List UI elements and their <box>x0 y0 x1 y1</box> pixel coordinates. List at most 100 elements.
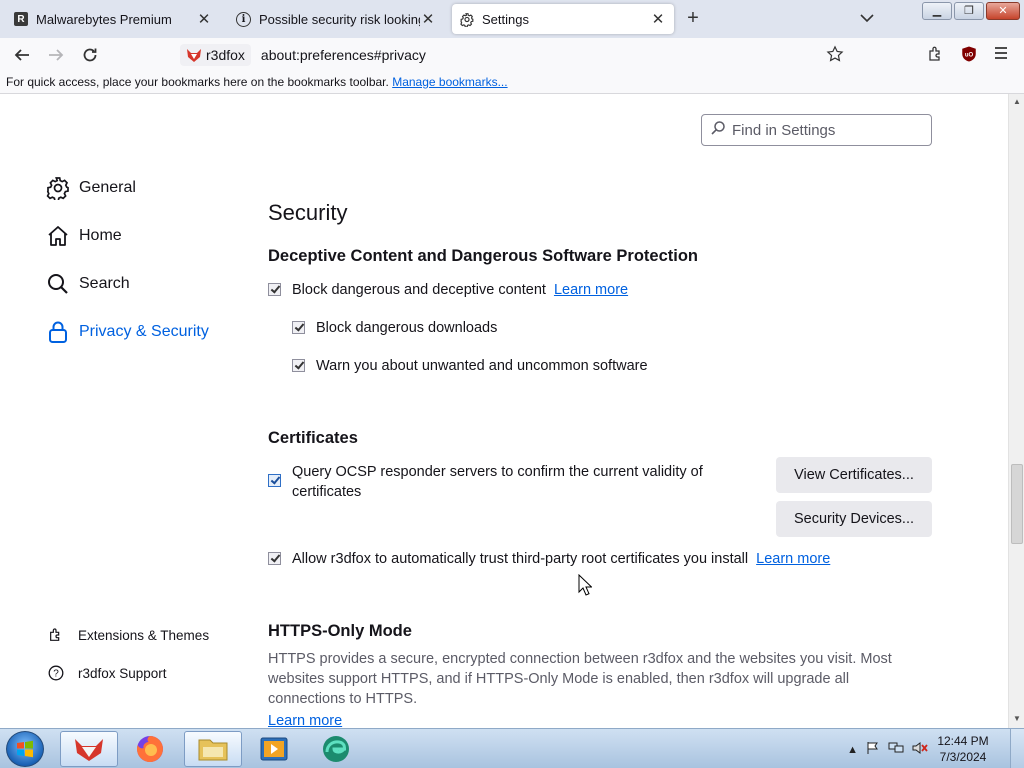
home-icon <box>46 224 70 248</box>
sidebar-item-label: Privacy & Security <box>79 323 209 340</box>
search-icon <box>710 120 726 140</box>
checkbox-label[interactable]: Query OCSP responder servers to confirm … <box>292 462 728 502</box>
show-desktop-button[interactable] <box>1010 729 1024 768</box>
scroll-down-arrow-icon[interactable]: ▼ <box>1013 714 1021 723</box>
view-certificates-button[interactable]: View Certificates... <box>776 457 932 493</box>
https-only-description: HTTPS provides a secure, encrypted conne… <box>268 651 892 707</box>
trust-roots-checkbox[interactable] <box>268 552 281 565</box>
tab-settings[interactable]: Settings ✕ <box>452 4 674 34</box>
find-placeholder: Find in Settings <box>732 121 836 139</box>
bookmark-star-icon[interactable] <box>826 45 844 66</box>
svg-text:?: ? <box>53 669 59 680</box>
forward-button[interactable] <box>44 44 68 66</box>
tab-security-risk[interactable]: i Possible security risk looking up ✕ <box>228 4 444 34</box>
taskbar-firefox[interactable] <box>121 731 179 767</box>
gear-icon <box>46 176 70 200</box>
sidebar-item-extensions-themes[interactable]: Extensions & Themes <box>48 627 209 643</box>
settings-page: Find in Settings General Home Search Pri… <box>0 94 1008 728</box>
checkbox-label[interactable]: Warn you about unwanted and uncommon sof… <box>316 356 648 376</box>
tab-title: Malwarebytes Premium <box>36 11 172 27</box>
checkbox-label[interactable]: Allow r3dfox to automatically trust thir… <box>292 549 748 569</box>
identity-box[interactable]: r3dfox <box>180 44 251 66</box>
window-controls: ▁ ❐ ✕ <box>922 2 1020 20</box>
navigation-toolbar: r3dfox about:preferences#privacy uO <box>0 38 1024 72</box>
show-hidden-icons-icon[interactable]: ▲ <box>847 744 858 756</box>
trust-roots-row: Allow r3dfox to automatically trust thir… <box>268 549 830 569</box>
file-explorer-icon <box>198 739 228 761</box>
back-button[interactable] <box>10 44 34 66</box>
r3dfox-icon <box>187 49 201 62</box>
sidebar-item-label: Home <box>79 227 122 244</box>
block-dangerous-content-checkbox[interactable] <box>268 283 281 296</box>
manage-bookmarks-link[interactable]: Manage bookmarks... <box>392 75 507 89</box>
mouse-cursor-icon <box>578 574 592 596</box>
section-title-security: Security <box>268 200 348 225</box>
ocsp-row: Query OCSP responder servers to confirm … <box>268 462 728 502</box>
checkbox-label[interactable]: Block dangerous downloads <box>316 318 497 338</box>
sidebar-item-label: General <box>79 179 136 196</box>
heading-https-only: HTTPS-Only Mode <box>268 622 412 640</box>
url-bar[interactable]: r3dfox about:preferences#privacy <box>180 42 856 68</box>
clock-date: 7/3/2024 <box>939 750 987 764</box>
system-tray: ▲ <box>847 741 928 758</box>
find-in-settings-input[interactable]: Find in Settings <box>701 114 932 146</box>
block-downloads-checkbox[interactable] <box>292 321 305 334</box>
checkbox-label[interactable]: Block dangerous and deceptive content <box>292 280 546 300</box>
r3dfox-icon <box>75 739 103 761</box>
tab-bar: R Malwarebytes Premium ✕ i Possible secu… <box>0 0 1024 38</box>
learn-more-link[interactable]: Learn more <box>268 713 342 728</box>
close-tab-icon[interactable]: ✕ <box>196 11 212 28</box>
bookmarks-hint: For quick access, place your bookmarks h… <box>6 75 389 89</box>
block-downloads-row: Block dangerous downloads <box>292 318 497 338</box>
taskbar-file-explorer[interactable] <box>184 731 242 767</box>
identity-label: r3dfox <box>206 47 245 63</box>
new-tab-button[interactable]: + <box>682 8 704 30</box>
url-text[interactable]: about:preferences#privacy <box>261 47 426 63</box>
action-center-flag-icon[interactable] <box>866 741 880 758</box>
reload-button[interactable] <box>78 44 102 66</box>
learn-more-link[interactable]: Learn more <box>756 549 830 569</box>
taskbar-clock[interactable]: 12:44 PM 7/3/2024 <box>928 733 998 765</box>
taskbar-r3dfox[interactable] <box>60 731 118 767</box>
sidebar-item-label: Search <box>79 275 130 292</box>
taskbar-edge[interactable] <box>307 731 365 767</box>
heading-deceptive-content: Deceptive Content and Dangerous Software… <box>268 247 698 265</box>
start-button[interactable] <box>6 731 44 767</box>
info-icon: i <box>236 11 251 27</box>
sidebar-item-support[interactable]: ? r3dfox Support <box>48 665 167 681</box>
block-dangerous-content-row: Block dangerous and deceptive content Le… <box>268 280 628 300</box>
close-tab-icon[interactable]: ✕ <box>420 11 436 28</box>
tab-malwarebytes[interactable]: R Malwarebytes Premium ✕ <box>6 4 220 34</box>
learn-more-link[interactable]: Learn more <box>554 280 628 300</box>
security-devices-button[interactable]: Security Devices... <box>776 501 932 537</box>
windows-taskbar: ▲ 12:44 PM 7/3/2024 <box>0 728 1024 768</box>
warn-unwanted-row: Warn you about unwanted and uncommon sof… <box>292 356 648 376</box>
taskbar-media-player[interactable] <box>245 731 303 767</box>
volume-muted-icon[interactable] <box>912 741 928 758</box>
scrollbar-thumb[interactable] <box>1011 464 1023 544</box>
menu-hamburger-icon[interactable] <box>993 45 1009 64</box>
extensions-puzzle-icon[interactable] <box>927 45 945 66</box>
sidebar-item-home[interactable]: Home <box>46 224 122 248</box>
scroll-up-arrow-icon[interactable]: ▲ <box>1013 97 1021 106</box>
clock-time: 12:44 PM <box>937 734 989 748</box>
warn-unwanted-checkbox[interactable] <box>292 359 305 372</box>
minimize-button[interactable]: ▁ <box>922 2 952 20</box>
restore-button[interactable]: ❐ <box>954 2 984 20</box>
close-window-button[interactable]: ✕ <box>986 2 1020 20</box>
svg-text:uO: uO <box>965 52 974 58</box>
network-icon[interactable] <box>888 741 904 758</box>
tab-title: Possible security risk looking up <box>259 11 420 27</box>
sidebar-item-label: r3dfox Support <box>78 665 167 681</box>
sidebar-item-general[interactable]: General <box>46 176 136 200</box>
sidebar-item-search[interactable]: Search <box>46 272 130 296</box>
puzzle-icon <box>48 627 64 643</box>
vertical-scrollbar[interactable]: ▲ ▼ <box>1008 94 1024 728</box>
sidebar-item-label: Extensions & Themes <box>78 627 210 643</box>
ocsp-checkbox[interactable] <box>268 474 281 487</box>
lock-icon <box>46 320 70 344</box>
sidebar-item-privacy-security[interactable]: Privacy & Security <box>46 320 209 344</box>
close-tab-icon[interactable]: ✕ <box>650 11 666 28</box>
ublock-origin-icon[interactable]: uO <box>960 45 978 66</box>
list-all-tabs-chevron-icon[interactable] <box>858 9 876 27</box>
